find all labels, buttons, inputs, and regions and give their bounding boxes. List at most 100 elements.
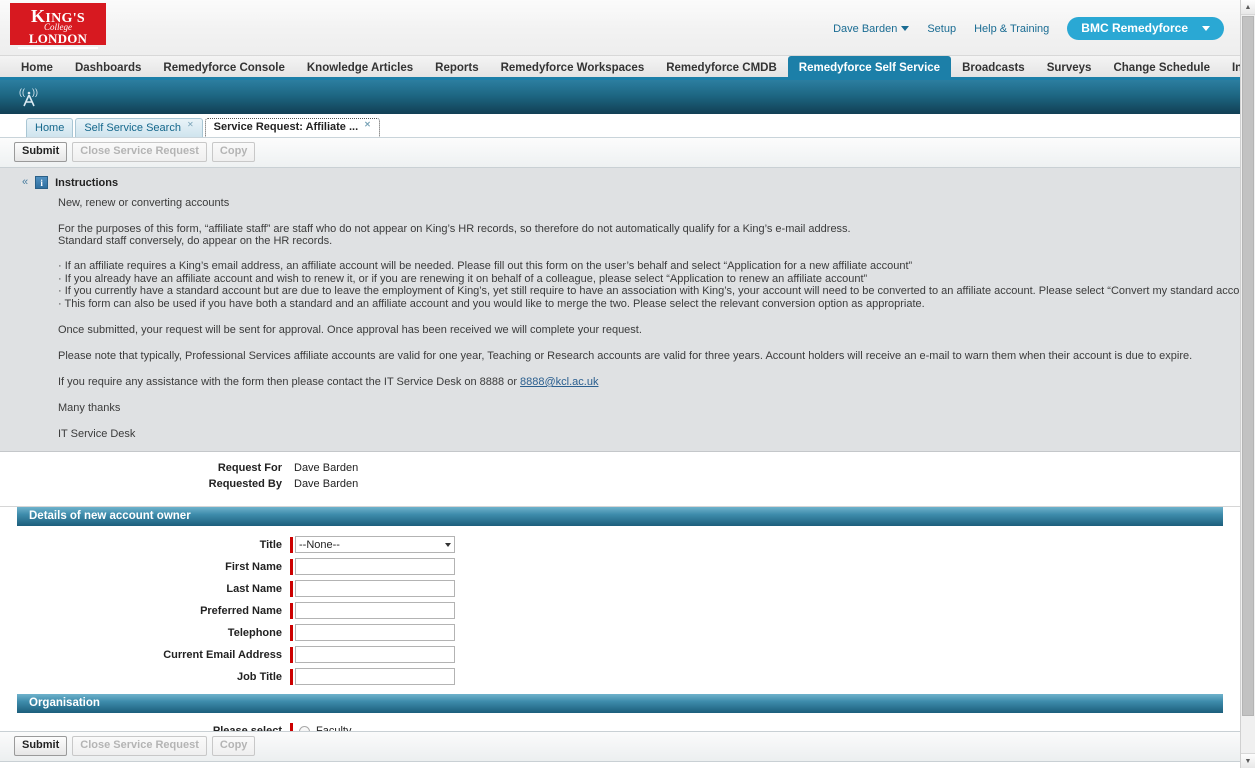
app-menu-label: BMC Remedyforce — [1081, 21, 1188, 35]
scroll-up-arrow-icon[interactable]: ▲ — [1241, 0, 1255, 15]
info-icon: i — [35, 176, 49, 189]
form-row: Title --None-- — [0, 536, 1240, 553]
field-label: Current Email Address — [163, 648, 282, 661]
app-menu-button[interactable]: BMC Remedyforce — [1067, 17, 1224, 40]
input-preferred-name[interactable] — [295, 602, 455, 619]
form-row: Preferred Name — [0, 602, 1240, 619]
field-value: Dave Barden — [294, 478, 359, 490]
instructions-p2b: Standard staff conversely, do appear on … — [58, 235, 333, 247]
field-label: Title — [259, 538, 282, 551]
sub-tab-self-service-search[interactable]: Self Service Search ✕ — [75, 118, 203, 137]
section-banner: (( )) — [0, 80, 1240, 114]
nav-item-remedyforce-console[interactable]: Remedyforce Console — [152, 56, 295, 77]
instructions-p7: IT Service Desk — [58, 428, 136, 440]
instructions-p2a: For the purposes of this form, “affiliat… — [58, 223, 851, 235]
scrollbar-thumb[interactable] — [1242, 16, 1254, 716]
field-label: Preferred Name — [200, 604, 282, 617]
bottom-action-bar: Submit Close Service Request Copy — [0, 731, 1240, 762]
form-row: Telephone — [0, 624, 1240, 641]
instructions-bullet: · If an affiliate requires a King’s emai… — [58, 260, 913, 272]
nav-item-reports[interactable]: Reports — [424, 56, 489, 77]
setup-link[interactable]: Setup — [927, 23, 956, 35]
input-job-title[interactable] — [295, 668, 455, 685]
input-last-name[interactable] — [295, 580, 455, 597]
sub-tab-label: Home — [35, 121, 65, 134]
form-row: Last Name — [0, 580, 1240, 597]
section-body: Title --None-- First Name Last Name Preferre… — [0, 526, 1240, 694]
required-marker — [290, 558, 293, 575]
nav-item-surveys[interactable]: Surveys — [1036, 56, 1103, 77]
instructions-bullet: · If you currently have a standard accou… — [58, 285, 1255, 297]
input-telephone[interactable] — [295, 624, 455, 641]
sub-tab-home[interactable]: Home — [26, 118, 74, 137]
field-label: Requested By — [208, 478, 282, 490]
nav-item-broadcasts[interactable]: Broadcasts — [951, 56, 1036, 77]
close-icon[interactable]: ✕ — [187, 120, 194, 129]
copy-button-top[interactable]: Copy — [211, 142, 256, 162]
user-menu[interactable]: Dave Barden — [833, 22, 910, 35]
help-training-link[interactable]: Help & Training — [974, 23, 1049, 35]
instructions-title: Instructions — [55, 176, 119, 189]
chevron-down-icon — [1202, 25, 1210, 31]
instructions-bullet-list: · If an affiliate requires a King’s emai… — [58, 260, 1255, 311]
copy-button-bottom[interactable]: Copy — [211, 736, 256, 756]
required-marker — [290, 602, 293, 619]
nav-item-home[interactable]: Home — [10, 56, 64, 77]
chevron-down-icon — [901, 26, 910, 32]
form-row: Job Title — [0, 668, 1240, 685]
request-info-block: Request For Dave Barden Requested By Dave B… — [0, 452, 1240, 507]
instructions-body: New, renew or converting accounts For th… — [0, 197, 1255, 441]
kings-college-london-logo: KING'S College LONDON — [10, 3, 106, 49]
vertical-scrollbar[interactable]: ▲ ▼ — [1240, 0, 1255, 768]
sub-tab-service-request-affiliate[interactable]: Service Request: Affiliate ... ✕ — [204, 118, 380, 137]
required-marker — [290, 580, 293, 597]
field-label: Job Title — [236, 670, 282, 683]
nav-item-remedyforce-workspaces[interactable]: Remedyforce Workspaces — [490, 56, 656, 77]
instructions-header: « i Instructions — [0, 176, 1240, 189]
main-navigation: Home Dashboards Remedyforce Console Knowled… — [0, 56, 1255, 80]
instructions-p5-text: If you require any assistance with the f… — [58, 376, 521, 388]
broadcast-antenna-icon: (( )) — [16, 84, 42, 110]
instructions-p1: New, renew or converting accounts — [58, 197, 230, 209]
input-first-name[interactable] — [295, 558, 455, 575]
instructions-panel: « i Instructions New, renew or convertin… — [0, 168, 1255, 452]
instructions-p3: Once submitted, your request will be sen… — [58, 324, 642, 336]
nav-item-change-schedule[interactable]: Change Schedule — [1102, 56, 1221, 77]
scroll-down-arrow-icon[interactable]: ▼ — [1241, 753, 1255, 768]
select-title[interactable]: --None-- — [295, 536, 455, 553]
sub-tab-label: Self Service Search — [84, 121, 181, 134]
nav-item-remedyforce-cmdb[interactable]: Remedyforce CMDB — [655, 56, 788, 77]
collapse-icon[interactable]: « — [22, 177, 28, 188]
top-action-bar: Submit Close Service Request Copy — [0, 138, 1240, 168]
nav-item-dashboards[interactable]: Dashboards — [64, 56, 152, 77]
required-marker — [290, 624, 293, 641]
submit-button-bottom[interactable]: Submit — [14, 736, 68, 756]
request-info-row: Request For Dave Barden — [0, 462, 1240, 474]
form-row: First Name — [0, 558, 1240, 575]
close-service-request-button-bottom[interactable]: Close Service Request — [72, 736, 207, 756]
service-desk-email-link[interactable]: 8888@kcl.ac.uk — [520, 376, 598, 388]
nav-item-remedyforce-self-service[interactable]: Remedyforce Self Service — [787, 56, 952, 77]
user-zone: Dave Barden Setup Help & Training BMC Re… — [833, 17, 1224, 40]
logo-london: LONDON — [28, 31, 88, 46]
field-label: First Name — [225, 560, 282, 573]
user-name-label: Dave Barden — [833, 22, 898, 35]
field-label: Request For — [217, 462, 282, 474]
input-current-email-address[interactable] — [295, 646, 455, 663]
close-service-request-button-top[interactable]: Close Service Request — [72, 142, 207, 162]
field-label: Last Name — [226, 582, 282, 595]
sub-tab-label: Service Request: Affiliate ... — [213, 121, 359, 133]
sub-tab-bar: Home Self Service Search ✕ Service Request:… — [0, 114, 1240, 138]
section-header: Details of new account owner — [17, 507, 1223, 526]
top-bar: KING'S College LONDON Dave Barden Setup … — [0, 0, 1240, 56]
nav-item-knowledge-articles[interactable]: Knowledge Articles — [296, 56, 424, 77]
submit-button-top[interactable]: Submit — [14, 142, 68, 162]
required-marker — [290, 646, 293, 663]
svg-text:((: (( — [19, 87, 25, 97]
instructions-bullet: · This form can also be used if you have… — [58, 297, 925, 310]
logo-rule — [18, 47, 98, 49]
page-root: KING'S College LONDON Dave Barden Setup … — [0, 0, 1255, 768]
instructions-p5: If you require any assistance with the f… — [58, 376, 1224, 389]
required-marker — [290, 668, 293, 685]
close-icon[interactable]: ✕ — [364, 120, 371, 129]
